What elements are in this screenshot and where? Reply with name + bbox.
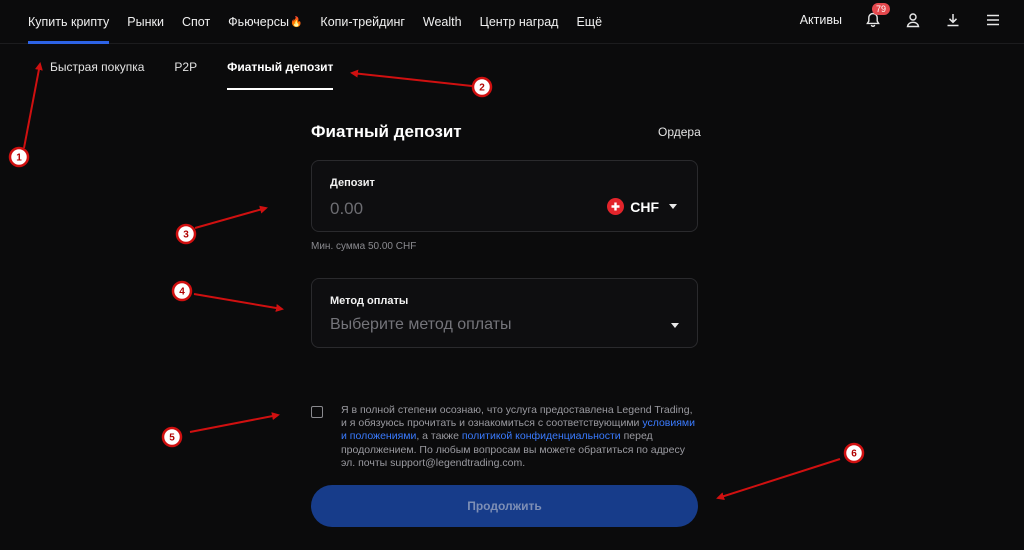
deposit-amount-input[interactable]: [330, 197, 570, 221]
currency-selector[interactable]: CHF: [607, 198, 677, 215]
annotation-arrow-4: [193, 293, 284, 312]
right-nav: Активы 79: [800, 0, 1002, 40]
annotation-number: 2: [479, 83, 485, 94]
nav-label: Ещё: [576, 15, 603, 29]
tab-fiat-deposit[interactable]: Фиатный депозит: [227, 52, 334, 90]
annotation-number: 6: [851, 449, 857, 460]
annotation-marker-5: 5: [161, 426, 183, 448]
chevron-down-icon: [671, 322, 679, 328]
download-button[interactable]: [944, 11, 962, 29]
nav-markets[interactable]: Рынки: [127, 0, 164, 44]
annotation-number: 5: [169, 433, 175, 444]
currency-code: CHF: [630, 198, 659, 215]
terms-consent: Я в полной степени осознаю, что услуга п…: [311, 404, 701, 470]
page-title: Фиатный депозит: [311, 122, 462, 141]
annotation-arrow-1: [23, 62, 43, 149]
annotation-number: 1: [16, 153, 22, 164]
annotation-arrow-6: [716, 458, 841, 500]
profile-button[interactable]: [904, 11, 922, 29]
tab-quick-buy[interactable]: Быстрая покупка: [50, 52, 144, 90]
hamburger-menu-icon: [987, 14, 999, 26]
consent-text-part: , а также: [416, 430, 459, 443]
annotation-number: 4: [179, 287, 185, 298]
annotation-marker-3: 3: [175, 223, 197, 245]
annotation-arrow-2: [350, 69, 473, 87]
notifications-button[interactable]: 79: [864, 3, 891, 29]
nav-label: Фьючерсы: [228, 15, 289, 29]
nav-rewards-center[interactable]: Центр наград: [480, 0, 559, 44]
nav-futures[interactable]: Фьючерсы 🔥: [228, 0, 302, 44]
nav-wealth[interactable]: Wealth: [423, 0, 462, 44]
consent-text-part: Я в полной степени осознаю, что услуга п…: [341, 404, 693, 430]
continue-button[interactable]: Продолжить: [311, 485, 698, 527]
nav-label: Спот: [181, 15, 211, 29]
nav-buy-crypto[interactable]: Купить крипту: [28, 0, 110, 44]
annotation-marker-6: 6: [843, 442, 865, 464]
annotation-arrow-5: [189, 412, 280, 433]
deposit-label: Депозит: [330, 177, 375, 189]
annotation-arrow-3: [194, 205, 268, 229]
notification-count-badge: 79: [872, 3, 891, 15]
terms-checkbox[interactable]: [311, 406, 323, 418]
deposit-amount-card: Депозит CHF: [311, 160, 698, 232]
user-icon: [906, 13, 920, 28]
fire-icon: 🔥: [289, 16, 303, 28]
nav-copy-trading[interactable]: Копи-трейдинг: [320, 0, 405, 44]
payment-method-placeholder: Выберите метод оплаты: [330, 316, 512, 333]
nav-label: Купить крипту: [28, 15, 110, 29]
nav-label: Рынки: [127, 15, 164, 29]
payment-method-label: Метод оплаты: [330, 295, 409, 307]
download-icon: [947, 14, 959, 27]
nav-assets[interactable]: Активы: [800, 0, 842, 40]
nav-more[interactable]: Ещё: [576, 0, 602, 44]
annotation-marker-2: 2: [471, 76, 493, 98]
privacy-policy-link[interactable]: политикой конфиденциальности: [462, 430, 621, 442]
nav-label: Центр наград: [479, 15, 559, 29]
buy-crypto-subtabs: Быстрая покупка P2P Фиатный депозит: [50, 52, 334, 90]
top-navigation: Купить крипту Рынки Спот Фьючерсы 🔥 Копи-…: [0, 0, 1024, 44]
payment-method-card: Метод оплаты Выберите метод оплаты: [311, 278, 698, 348]
payment-method-select[interactable]: Выберите метод оплаты: [330, 314, 679, 336]
annotation-marker-4: 4: [171, 280, 193, 302]
main-nav: Купить крипту Рынки Спот Фьючерсы 🔥 Копи-…: [28, 0, 602, 44]
menu-button[interactable]: [984, 11, 1002, 29]
annotation-marker-1: 1: [8, 146, 30, 168]
chevron-down-icon: [669, 204, 677, 209]
annotation-number: 3: [183, 230, 189, 241]
nav-label: Копи-трейдинг: [320, 15, 405, 29]
minimum-amount-note: Мин. сумма 50.00 CHF: [311, 241, 417, 252]
nav-label: Wealth: [422, 15, 462, 29]
orders-link[interactable]: Ордера: [658, 125, 701, 139]
tab-p2p[interactable]: P2P: [174, 52, 197, 90]
nav-spot[interactable]: Спот: [182, 0, 210, 44]
nav-label: Активы: [799, 13, 842, 27]
consent-text: Я в полной степени осознаю, что услуга п…: [341, 404, 701, 470]
swiss-flag-icon: [607, 198, 625, 215]
